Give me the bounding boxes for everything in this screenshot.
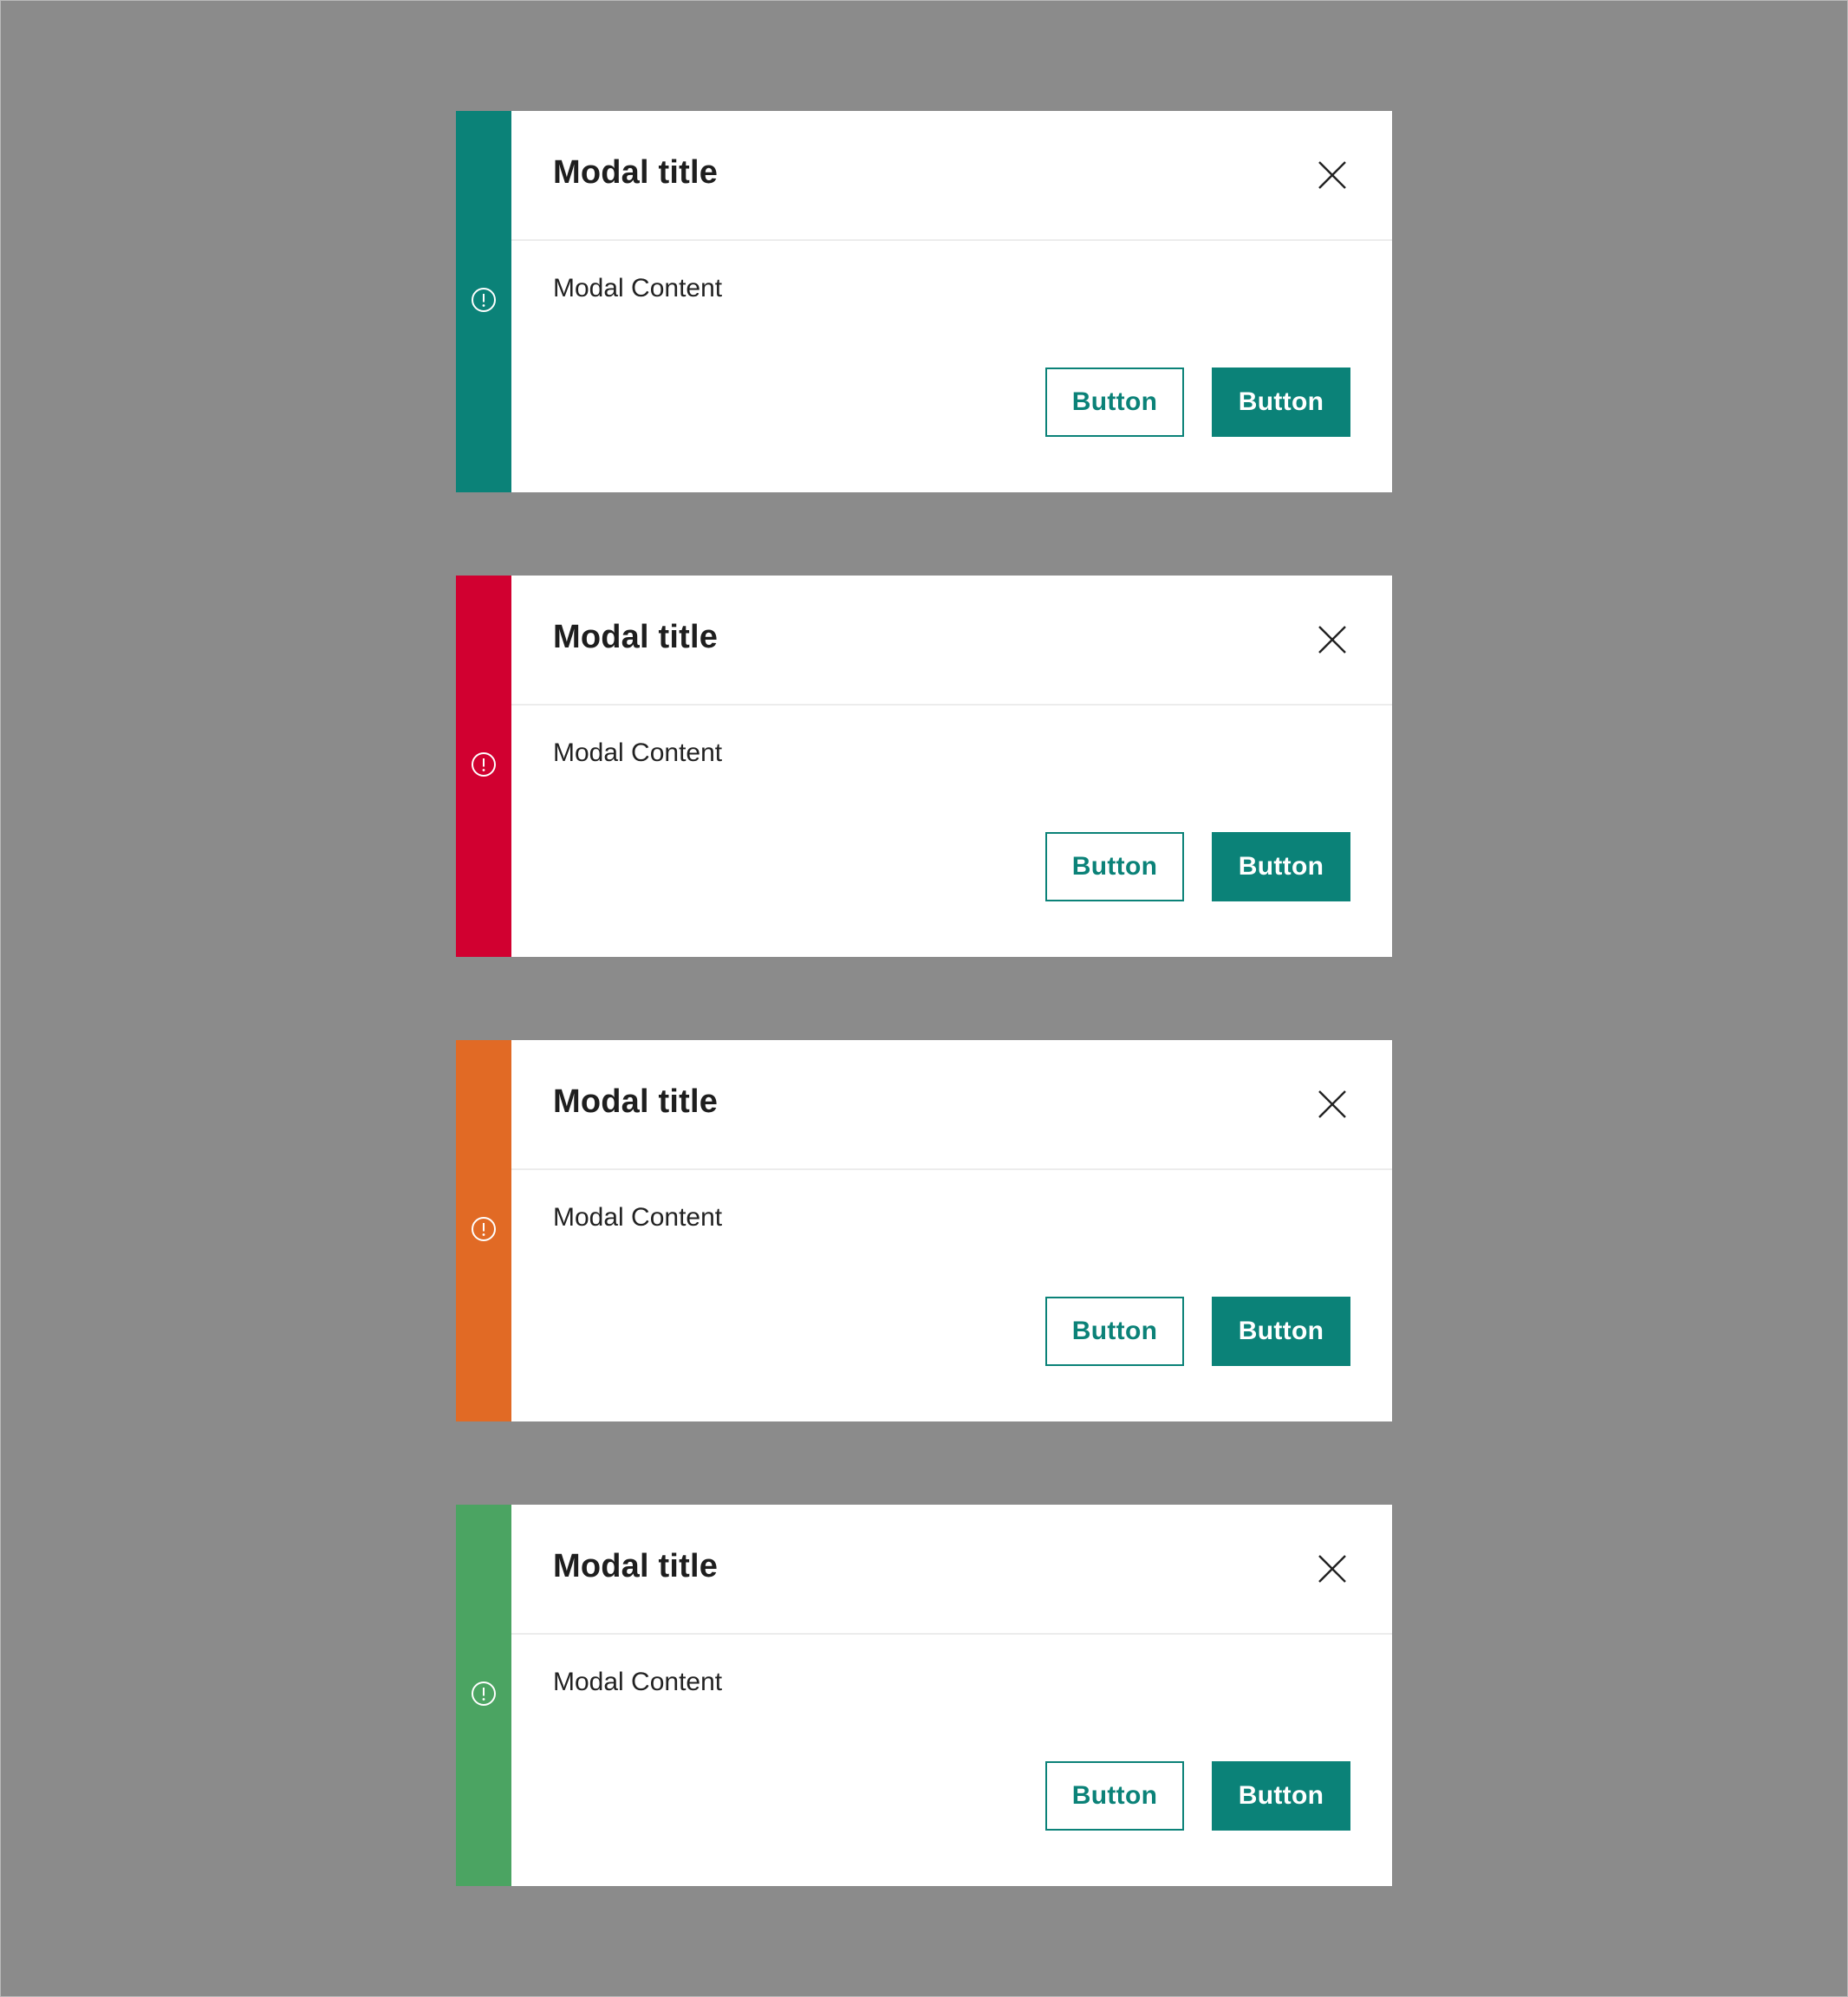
secondary-button[interactable]: Button <box>1045 1297 1184 1366</box>
modal-orange: Modal title Modal Content Button Button <box>456 1040 1392 1421</box>
modal-header: Modal title <box>511 1040 1392 1170</box>
primary-button[interactable]: Button <box>1212 368 1350 437</box>
alert-circle-icon <box>472 1217 496 1241</box>
close-icon[interactable] <box>1317 1553 1348 1584</box>
modal-accent-bar <box>456 576 511 957</box>
modal-title: Modal title <box>553 1548 719 1584</box>
alert-circle-icon <box>472 752 496 777</box>
modal-title: Modal title <box>553 619 719 655</box>
modal-content: Modal Content <box>553 738 723 767</box>
modal-green: Modal title Modal Content Button Button <box>456 1505 1392 1886</box>
primary-button[interactable]: Button <box>1212 832 1350 901</box>
modal-content: Modal Content <box>553 1668 723 1696</box>
secondary-button[interactable]: Button <box>1045 832 1184 901</box>
modal-red: Modal title Modal Content Button Button <box>456 576 1392 957</box>
modal-accent-bar <box>456 1505 511 1886</box>
modal-header: Modal title <box>511 1505 1392 1635</box>
primary-button[interactable]: Button <box>1212 1297 1350 1366</box>
modal-accent-bar <box>456 111 511 492</box>
modal-accent-bar <box>456 1040 511 1421</box>
primary-button[interactable]: Button <box>1212 1761 1350 1831</box>
modal-header: Modal title <box>511 111 1392 241</box>
modal-header: Modal title <box>511 576 1392 706</box>
close-icon[interactable] <box>1317 1089 1348 1120</box>
alert-circle-icon <box>472 1682 496 1706</box>
close-icon[interactable] <box>1317 159 1348 191</box>
secondary-button[interactable]: Button <box>1045 368 1184 437</box>
modal-teal: Modal title Modal Content Button Button <box>456 111 1392 492</box>
modal-title: Modal title <box>553 154 719 191</box>
modal-content: Modal Content <box>553 1203 723 1232</box>
close-icon[interactable] <box>1317 624 1348 655</box>
modal-title: Modal title <box>553 1083 719 1120</box>
modal-content: Modal Content <box>553 274 723 302</box>
secondary-button[interactable]: Button <box>1045 1761 1184 1831</box>
alert-circle-icon <box>472 288 496 312</box>
